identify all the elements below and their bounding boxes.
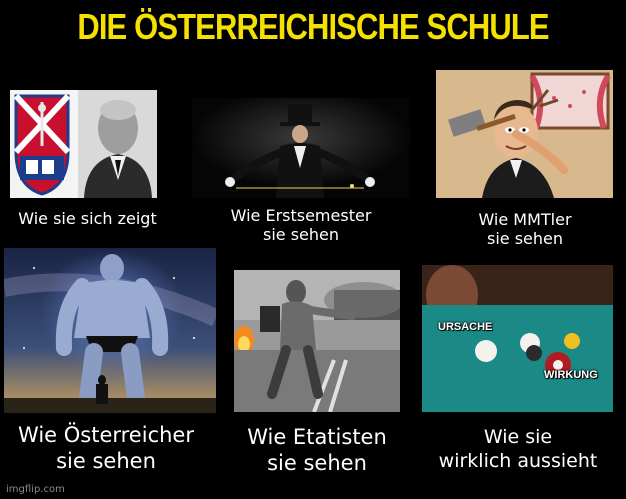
caption-bottom-left-line2: sie sehen bbox=[56, 449, 156, 474]
caption-top-middle-line1: Wie Erstsemester bbox=[230, 206, 372, 225]
label-wirkung: WIRKUNG bbox=[544, 369, 598, 381]
crest-portrait-image bbox=[10, 90, 157, 198]
watermark: imgflip.com bbox=[6, 484, 65, 495]
panel-crest-portrait bbox=[10, 90, 157, 198]
caption-bottom-right: Wie sie wirklich aussieht bbox=[416, 426, 620, 474]
caption-top-right: Wie MMTler sie sehen bbox=[440, 210, 610, 248]
caption-top-left-text: Wie sie sich zeigt bbox=[18, 209, 157, 228]
label-ursache: URSACHE bbox=[438, 321, 493, 333]
caption-bottom-right-line2: wirklich aussieht bbox=[438, 449, 598, 472]
giant-image bbox=[4, 248, 216, 413]
caption-top-middle: Wie Erstsemester sie sehen bbox=[210, 206, 392, 244]
billiards-image bbox=[422, 265, 613, 412]
caption-bottom-middle: Wie Etatisten sie sehen bbox=[222, 424, 412, 477]
caption-top-right-line1: Wie MMTler bbox=[478, 210, 572, 229]
caption-top-left: Wie sie sich zeigt bbox=[10, 209, 165, 228]
panel-magician bbox=[192, 98, 410, 198]
magician-image bbox=[192, 98, 410, 198]
panel-cartoon bbox=[436, 70, 613, 198]
cartoon-image bbox=[436, 70, 613, 198]
caption-bottom-left-line1: Wie Österreicher bbox=[18, 423, 194, 447]
caption-top-right-line2: sie sehen bbox=[486, 229, 563, 249]
panel-billiards: URSACHE WIRKUNG bbox=[422, 265, 613, 412]
caption-bottom-right-line1: Wie sie bbox=[483, 426, 553, 448]
caption-bottom-middle-line1: Wie Etatisten bbox=[247, 425, 387, 449]
panel-giant bbox=[4, 248, 216, 413]
caption-top-middle-line2: sie sehen bbox=[262, 225, 339, 245]
protester-image bbox=[234, 270, 400, 412]
caption-bottom-middle-line2: sie sehen bbox=[267, 451, 367, 476]
caption-bottom-left: Wie Österreicher sie sehen bbox=[0, 422, 212, 475]
panel-protester bbox=[234, 270, 400, 412]
meme-title: DIE ÖSTERREICHISCHE SCHULE bbox=[77, 6, 549, 47]
